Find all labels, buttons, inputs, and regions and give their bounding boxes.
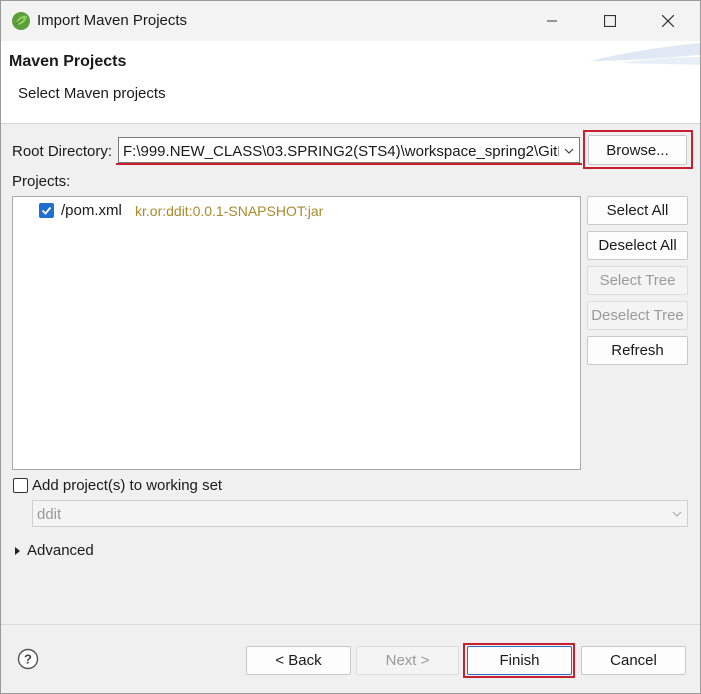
finish-button[interactable]: Finish [467,646,572,675]
spring-leaf-icon [12,12,30,30]
deselect-tree-label: Deselect Tree [591,307,684,324]
close-icon [662,15,674,27]
refresh-button[interactable]: Refresh [587,336,688,365]
next-label: Next > [385,652,430,669]
back-label: < Back [275,652,322,669]
root-directory-label: Root Directory: [12,143,113,160]
minimize-button[interactable] [523,1,581,41]
import-maven-dialog: Import Maven Projects Maven Projects Sel… [0,0,701,694]
advanced-label: Advanced [27,542,94,559]
select-all-button[interactable]: Select All [587,196,688,225]
project-checkbox[interactable] [39,203,54,218]
help-icon[interactable]: ? [17,648,39,670]
refresh-label: Refresh [611,342,664,359]
close-button[interactable] [639,1,697,41]
browse-label: Browse... [606,141,669,159]
deselect-tree-button[interactable]: Deselect Tree [587,301,688,330]
finish-label: Finish [499,652,540,669]
header-decoration [590,43,700,65]
chevron-down-icon [672,511,682,517]
advanced-toggle[interactable]: Advanced [11,541,131,561]
page-title: Maven Projects [9,53,127,70]
tree-item[interactable]: /pom.xml kr.or:ddit:0.0.1-SNAPSHOT:jar [13,200,573,222]
chevron-down-icon [564,148,574,154]
footer-divider [1,624,700,625]
triangle-right-icon [15,547,20,555]
browse-button[interactable]: Browse... [588,135,687,165]
working-set-label: Add project(s) to working set [32,477,223,494]
project-artifact: kr.or:ddit:0.0.1-SNAPSHOT:jar [135,203,324,219]
working-set-combo[interactable]: ddit [32,500,688,527]
working-set-checkbox[interactable] [13,478,28,493]
root-directory-combo[interactable]: F:\999.NEW_CLASS\03.SPRING2(STS4)\worksp… [118,137,580,163]
next-button[interactable]: Next > [356,646,459,675]
cancel-button[interactable]: Cancel [581,646,686,675]
window-title: Import Maven Projects [37,12,188,29]
checkmark-icon [41,206,52,215]
project-name: /pom.xml [61,202,122,219]
root-directory-value: F:\999.NEW_CLASS\03.SPRING2(STS4)\worksp… [123,143,559,160]
projects-label: Projects: [12,173,71,190]
back-button[interactable]: < Back [246,646,351,675]
maximize-button[interactable] [581,1,639,41]
title-bar: Import Maven Projects [1,1,700,41]
svg-text:?: ? [24,652,32,667]
working-set-value: ddit [37,506,62,523]
maximize-icon [604,15,616,27]
deselect-all-button[interactable]: Deselect All [587,231,688,260]
select-tree-button[interactable]: Select Tree [587,266,688,295]
select-tree-label: Select Tree [599,272,676,289]
select-all-label: Select All [606,202,669,219]
minimize-icon [547,20,557,22]
page-subtitle: Select Maven projects [18,85,166,102]
projects-tree[interactable]: /pom.xml kr.or:ddit:0.0.1-SNAPSHOT:jar [12,196,581,470]
cancel-label: Cancel [610,652,657,669]
wizard-header: Maven Projects Select Maven projects [1,41,700,124]
deselect-all-label: Deselect All [598,237,677,254]
